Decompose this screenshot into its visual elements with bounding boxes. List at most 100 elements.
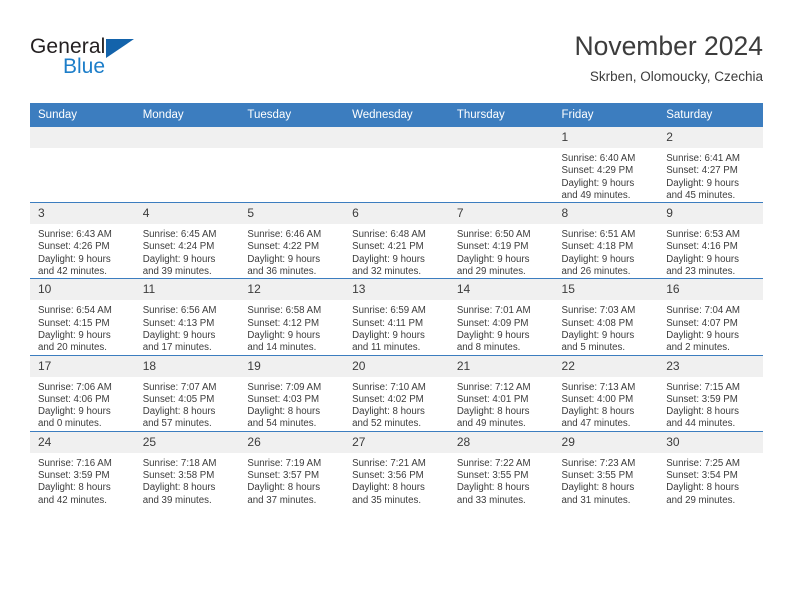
day-sun-info: Sunrise: 7:09 AM Sunset: 4:03 PM Daylight:… bbox=[239, 377, 344, 431]
calendar-empty-cell bbox=[30, 125, 135, 203]
day-number: 10 bbox=[30, 279, 135, 301]
calendar-day-cell[interactable]: 12 Sunrise: 6:58 AM Sunset: 4:12 PM Dayligh… bbox=[239, 278, 345, 356]
day-info-line: Sunrise: 7:06 AM bbox=[38, 381, 112, 393]
day-info-line: Sunset: 4:02 PM bbox=[352, 393, 424, 405]
day-info-line: Sunset: 3:55 PM bbox=[561, 470, 634, 482]
calendar-day-cell[interactable]: 13 Sunrise: 6:59 AM Sunset: 4:11 PM Dayligh… bbox=[344, 278, 449, 356]
calendar-day-cell[interactable]: 1 Sunrise: 6:40 AM Sunset: 4:29 PM Daylight… bbox=[553, 125, 659, 203]
day-info-line: Sunset: 3:56 PM bbox=[352, 470, 424, 482]
day-sun-info: Sunrise: 7:13 AM Sunset: 4:00 PM Daylight:… bbox=[554, 377, 659, 431]
day-sun-info: Sunrise: 6:53 AM Sunset: 4:16 PM Daylight:… bbox=[658, 224, 763, 278]
day-number: 7 bbox=[448, 203, 554, 225]
calendar-day-cell[interactable]: 2 Sunrise: 6:41 AM Sunset: 4:27 PM Daylight… bbox=[658, 125, 763, 203]
day-info-line: and 0 minutes. bbox=[38, 418, 102, 430]
day-info-line: Daylight: 9 hours bbox=[352, 329, 425, 341]
calendar-day-cell[interactable]: 18 Sunrise: 7:07 AM Sunset: 4:05 PM Dayligh… bbox=[134, 354, 240, 432]
calendar-day-cell[interactable]: 16 Sunrise: 7:04 AM Sunset: 4:07 PM Dayligh… bbox=[658, 278, 763, 356]
day-info-line: Sunset: 4:18 PM bbox=[561, 241, 634, 253]
day-info-line: Sunrise: 7:10 AM bbox=[352, 381, 426, 393]
day-number: 29 bbox=[553, 431, 659, 453]
day-info-line: Sunrise: 6:58 AM bbox=[247, 305, 322, 317]
day-sun-info: Sunrise: 7:21 AM Sunset: 3:56 PM Daylight:… bbox=[344, 453, 449, 507]
calendar-day-cell[interactable]: 30 Sunrise: 7:25 AM Sunset: 3:54 PM Dayligh… bbox=[658, 430, 763, 507]
day-info-line: Sunset: 4:03 PM bbox=[247, 393, 320, 405]
day-info-line: Sunrise: 7:12 AM bbox=[456, 381, 531, 393]
calendar-day-cell[interactable]: 3 Sunrise: 6:43 AM Sunset: 4:26 PM Daylight… bbox=[30, 202, 135, 279]
calendar-day-cell[interactable]: 6 Sunrise: 6:48 AM Sunset: 4:21 PM Daylight… bbox=[344, 202, 449, 279]
day-number bbox=[448, 127, 554, 148]
day-info-line: and 54 minutes. bbox=[247, 418, 317, 430]
day-sun-info: Sunrise: 6:54 AM Sunset: 4:15 PM Daylight:… bbox=[30, 300, 135, 354]
day-number: 4 bbox=[134, 203, 240, 225]
calendar-day-cell[interactable]: 15 Sunrise: 7:03 AM Sunset: 4:08 PM Dayligh… bbox=[553, 278, 659, 356]
day-info-line: Sunset: 4:19 PM bbox=[456, 241, 529, 253]
calendar-day-cell[interactable]: 17 Sunrise: 7:06 AM Sunset: 4:06 PM Dayligh… bbox=[30, 354, 135, 432]
calendar-day-cell[interactable]: 29 Sunrise: 7:23 AM Sunset: 3:55 PM Dayligh… bbox=[553, 430, 659, 507]
day-info-line: Sunrise: 6:40 AM bbox=[561, 153, 636, 164]
calendar-day-cell[interactable]: 8 Sunrise: 6:51 AM Sunset: 4:18 PM Daylight… bbox=[553, 202, 659, 279]
day-info-line: Daylight: 8 hours bbox=[38, 482, 111, 494]
day-info-line: Sunrise: 6:56 AM bbox=[142, 305, 217, 317]
day-info-line: and 44 minutes. bbox=[666, 418, 736, 430]
day-info-line: Daylight: 9 hours bbox=[142, 253, 216, 265]
calendar-day-cell[interactable]: 24 Sunrise: 7:16 AM Sunset: 3:59 PM Dayligh… bbox=[30, 430, 135, 507]
calendar-day-cell[interactable]: 4 Sunrise: 6:45 AM Sunset: 4:24 PM Daylight… bbox=[134, 202, 240, 279]
general-blue-logo[interactable]: General Blue bbox=[30, 35, 210, 91]
calendar-day-cell[interactable]: 25 Sunrise: 7:18 AM Sunset: 3:58 PM Dayligh… bbox=[134, 430, 240, 507]
day-info-line: and 29 minutes. bbox=[666, 494, 736, 506]
calendar-empty-cell bbox=[134, 125, 240, 203]
day-info-line: and 39 minutes. bbox=[142, 494, 212, 506]
day-info-line: and 8 minutes. bbox=[456, 342, 521, 354]
page-subtitle: Skrben, Olomoucky, Czechia bbox=[589, 69, 763, 84]
calendar-week-row: 1 Sunrise: 6:40 AM Sunset: 4:29 PM Daylight… bbox=[30, 125, 763, 203]
day-info-line: Sunrise: 7:15 AM bbox=[666, 381, 740, 393]
calendar-day-cell[interactable]: 27 Sunrise: 7:21 AM Sunset: 3:56 PM Dayligh… bbox=[344, 430, 449, 507]
calendar-day-cell[interactable]: 10 Sunrise: 6:54 AM Sunset: 4:15 PM Dayligh… bbox=[30, 278, 135, 356]
day-info-line: and 5 minutes. bbox=[561, 342, 626, 354]
calendar-day-cell[interactable]: 20 Sunrise: 7:10 AM Sunset: 4:02 PM Dayligh… bbox=[344, 354, 449, 432]
day-info-line: Sunrise: 7:13 AM bbox=[561, 381, 636, 393]
calendar-day-cell[interactable]: 7 Sunrise: 6:50 AM Sunset: 4:19 PM Daylight… bbox=[448, 202, 554, 279]
calendar-day-cell[interactable]: 21 Sunrise: 7:12 AM Sunset: 4:01 PM Dayligh… bbox=[448, 354, 554, 432]
calendar-empty-cell bbox=[344, 125, 449, 203]
calendar-day-cell[interactable]: 9 Sunrise: 6:53 AM Sunset: 4:16 PM Daylight… bbox=[658, 202, 763, 279]
triangle-icon bbox=[106, 39, 134, 58]
day-info-line: Daylight: 8 hours bbox=[666, 482, 739, 494]
day-info-line: Sunrise: 6:43 AM bbox=[38, 229, 112, 241]
day-info-line: Daylight: 8 hours bbox=[247, 482, 321, 494]
day-number: 13 bbox=[344, 279, 449, 301]
day-info-line: Sunset: 4:06 PM bbox=[38, 393, 110, 405]
day-info-line: and 20 minutes. bbox=[38, 342, 107, 354]
day-sun-info: Sunrise: 6:43 AM Sunset: 4:26 PM Daylight:… bbox=[30, 224, 135, 278]
calendar-week-row: 17 Sunrise: 7:06 AM Sunset: 4:06 PM Dayligh… bbox=[30, 354, 763, 432]
day-info-line: and 49 minutes. bbox=[456, 418, 526, 430]
day-info-line: Sunset: 4:24 PM bbox=[142, 241, 215, 253]
day-info-line: Daylight: 9 hours bbox=[38, 253, 111, 265]
page-header: General Blue November 2024 Skrben, Olomo… bbox=[30, 30, 763, 92]
day-sun-info: Sunrise: 7:15 AM Sunset: 3:59 PM Daylight:… bbox=[658, 377, 763, 431]
calendar-day-cell[interactable]: 5 Sunrise: 6:46 AM Sunset: 4:22 PM Daylight… bbox=[239, 202, 345, 279]
calendar-day-cell[interactable]: 22 Sunrise: 7:13 AM Sunset: 4:00 PM Dayligh… bbox=[553, 354, 659, 432]
calendar-day-cell[interactable]: 19 Sunrise: 7:09 AM Sunset: 4:03 PM Dayligh… bbox=[239, 354, 345, 432]
day-number: 27 bbox=[344, 431, 449, 453]
day-info-line: Sunrise: 7:19 AM bbox=[247, 457, 322, 469]
weekday-header-tuesday: Tuesday bbox=[239, 103, 345, 127]
day-info-line: and 26 minutes. bbox=[561, 266, 631, 278]
calendar-page: General Blue November 2024 Skrben, Olomo… bbox=[0, 0, 792, 612]
weekday-header-sunday: Sunday bbox=[30, 103, 135, 127]
calendar-day-cell[interactable]: 23 Sunrise: 7:15 AM Sunset: 3:59 PM Dayligh… bbox=[658, 354, 763, 432]
day-number: 1 bbox=[553, 127, 659, 148]
day-info-line: and 57 minutes. bbox=[142, 418, 212, 430]
calendar-day-cell[interactable]: 28 Sunrise: 7:22 AM Sunset: 3:55 PM Dayligh… bbox=[448, 430, 554, 507]
calendar-day-cell[interactable]: 26 Sunrise: 7:19 AM Sunset: 3:57 PM Dayligh… bbox=[239, 430, 345, 507]
day-info-line: Sunset: 3:59 PM bbox=[666, 393, 738, 405]
day-info-line: Sunrise: 7:21 AM bbox=[352, 457, 426, 469]
calendar-day-cell[interactable]: 11 Sunrise: 6:56 AM Sunset: 4:13 PM Dayligh… bbox=[134, 278, 240, 356]
day-info-line: Sunset: 4:13 PM bbox=[142, 317, 215, 329]
day-info-line: Daylight: 9 hours bbox=[666, 329, 739, 341]
day-sun-info: Sunrise: 6:59 AM Sunset: 4:11 PM Daylight:… bbox=[344, 300, 449, 354]
calendar-head: Sunday Monday Tuesday Wednesday Thursday… bbox=[30, 103, 763, 127]
day-info-line: Sunrise: 6:45 AM bbox=[142, 229, 217, 241]
day-info-line: and 39 minutes. bbox=[142, 266, 212, 278]
calendar-day-cell[interactable]: 14 Sunrise: 7:01 AM Sunset: 4:09 PM Dayligh… bbox=[448, 278, 554, 356]
